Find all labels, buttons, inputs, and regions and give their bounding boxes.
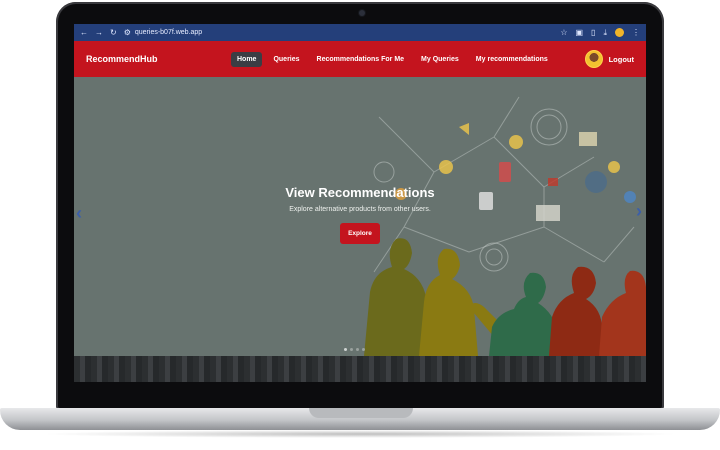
carousel-dot[interactable] xyxy=(362,348,365,351)
nav-link-my-recommendations[interactable]: My recommendations xyxy=(470,52,554,67)
hero-title: View Recommendations xyxy=(285,185,435,200)
brand-logo[interactable]: RecommendHub xyxy=(86,54,231,64)
laptop-shadow xyxy=(40,430,680,438)
carousel-dot[interactable] xyxy=(356,348,359,351)
nav-link-queries[interactable]: Queries xyxy=(267,52,305,67)
reload-icon[interactable]: ↻ xyxy=(110,28,117,37)
webcam-icon xyxy=(359,10,365,16)
browser-profile-icon[interactable] xyxy=(615,28,624,37)
carousel-indicators xyxy=(344,348,365,351)
carousel-dot[interactable] xyxy=(344,348,347,351)
laptop-frame: ← → ↻ ⚙ queries-b07f.web.app ☆ ▣ ▯ ⤓ ⋮ R… xyxy=(0,0,720,450)
browser-toolbar: ← → ↻ ⚙ queries-b07f.web.app ☆ ▣ ▯ ⤓ ⋮ xyxy=(74,24,646,41)
screen: ← → ↻ ⚙ queries-b07f.web.app ☆ ▣ ▯ ⤓ ⋮ R… xyxy=(74,24,646,382)
back-icon[interactable]: ← xyxy=(80,28,88,37)
next-section-preview xyxy=(74,356,646,382)
carousel-dot[interactable] xyxy=(350,348,353,351)
extensions-icon[interactable]: ▣ xyxy=(575,28,583,37)
url-text: queries-b07f.web.app xyxy=(134,29,203,36)
explore-button[interactable]: Explore xyxy=(340,223,380,244)
app-navbar: RecommendHub Home Queries Recommendation… xyxy=(74,41,646,77)
hero-subtitle: Explore alternative products from other … xyxy=(289,206,431,213)
logout-button[interactable]: Logout xyxy=(609,55,634,64)
download-icon[interactable]: ⤓ xyxy=(603,28,607,37)
sidebar-icon[interactable]: ▯ xyxy=(591,28,595,37)
menu-kebab-icon[interactable]: ⋮ xyxy=(632,28,640,37)
site-info-icon[interactable]: ⚙ xyxy=(124,28,131,37)
nav-link-recommendations-for-me[interactable]: Recommendations For Me xyxy=(311,52,411,67)
address-bar[interactable]: ⚙ queries-b07f.web.app xyxy=(124,27,554,39)
bookmark-star-icon[interactable]: ☆ xyxy=(560,28,567,37)
nav-link-home[interactable]: Home xyxy=(231,51,263,67)
hero-caption: View Recommendations Explore alternative… xyxy=(74,185,646,244)
nav-link-my-queries[interactable]: My Queries xyxy=(415,52,465,67)
laptop-notch xyxy=(309,408,413,418)
hero-carousel: ‹ › View Recommendations Explore alterna… xyxy=(74,77,646,356)
nav-links: Home Queries Recommendations For Me My Q… xyxy=(231,51,554,67)
user-avatar[interactable] xyxy=(584,50,603,68)
forward-icon[interactable]: → xyxy=(95,28,103,37)
